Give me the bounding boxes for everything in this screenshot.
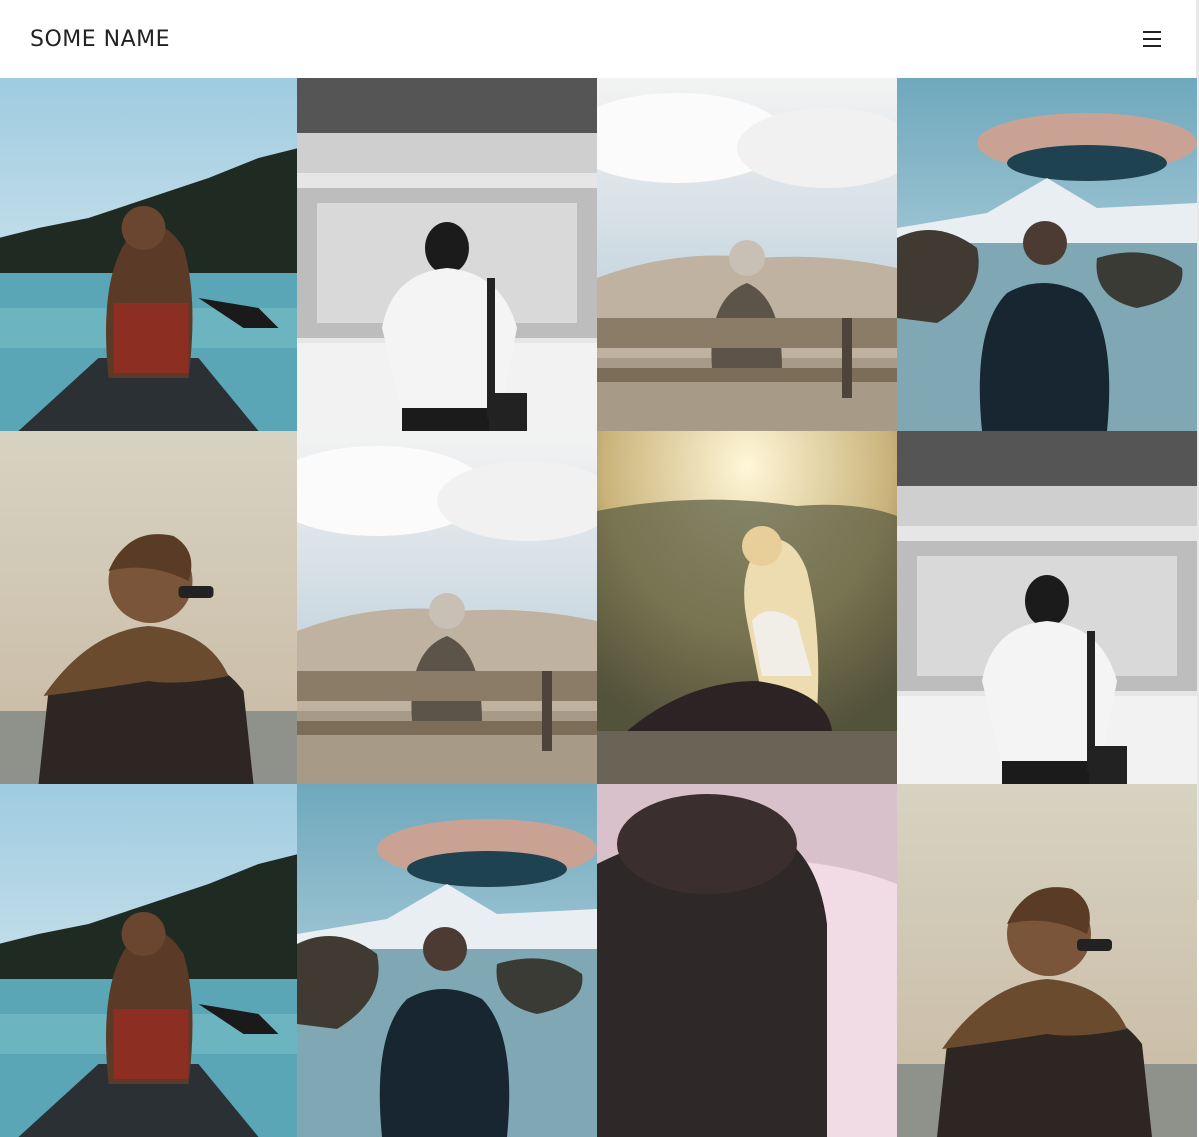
photo-man-by-mountain-lake[interactable] bbox=[297, 784, 597, 1137]
photo-woman-in-sunlight[interactable] bbox=[597, 784, 897, 1137]
photo-person-with-scarf[interactable] bbox=[0, 431, 297, 784]
photo-person-on-bench[interactable] bbox=[597, 78, 897, 431]
photo-person-with-scarf[interactable] bbox=[897, 784, 1197, 1137]
site-header: SOME NAME bbox=[0, 0, 1199, 78]
photo-woman-in-canoe[interactable] bbox=[0, 784, 297, 1137]
photo-woman-in-canoe[interactable] bbox=[0, 78, 297, 431]
photo-gallery bbox=[0, 78, 1197, 1137]
site-title[interactable]: SOME NAME bbox=[30, 27, 170, 52]
photo-woman-at-train[interactable] bbox=[297, 78, 597, 431]
photo-person-on-bench[interactable] bbox=[297, 431, 597, 784]
hamburger-menu-icon[interactable] bbox=[1143, 28, 1165, 50]
photo-woman-in-sunlight[interactable] bbox=[597, 431, 897, 784]
photo-man-by-mountain-lake[interactable] bbox=[897, 78, 1197, 431]
photo-woman-at-train[interactable] bbox=[897, 431, 1197, 784]
